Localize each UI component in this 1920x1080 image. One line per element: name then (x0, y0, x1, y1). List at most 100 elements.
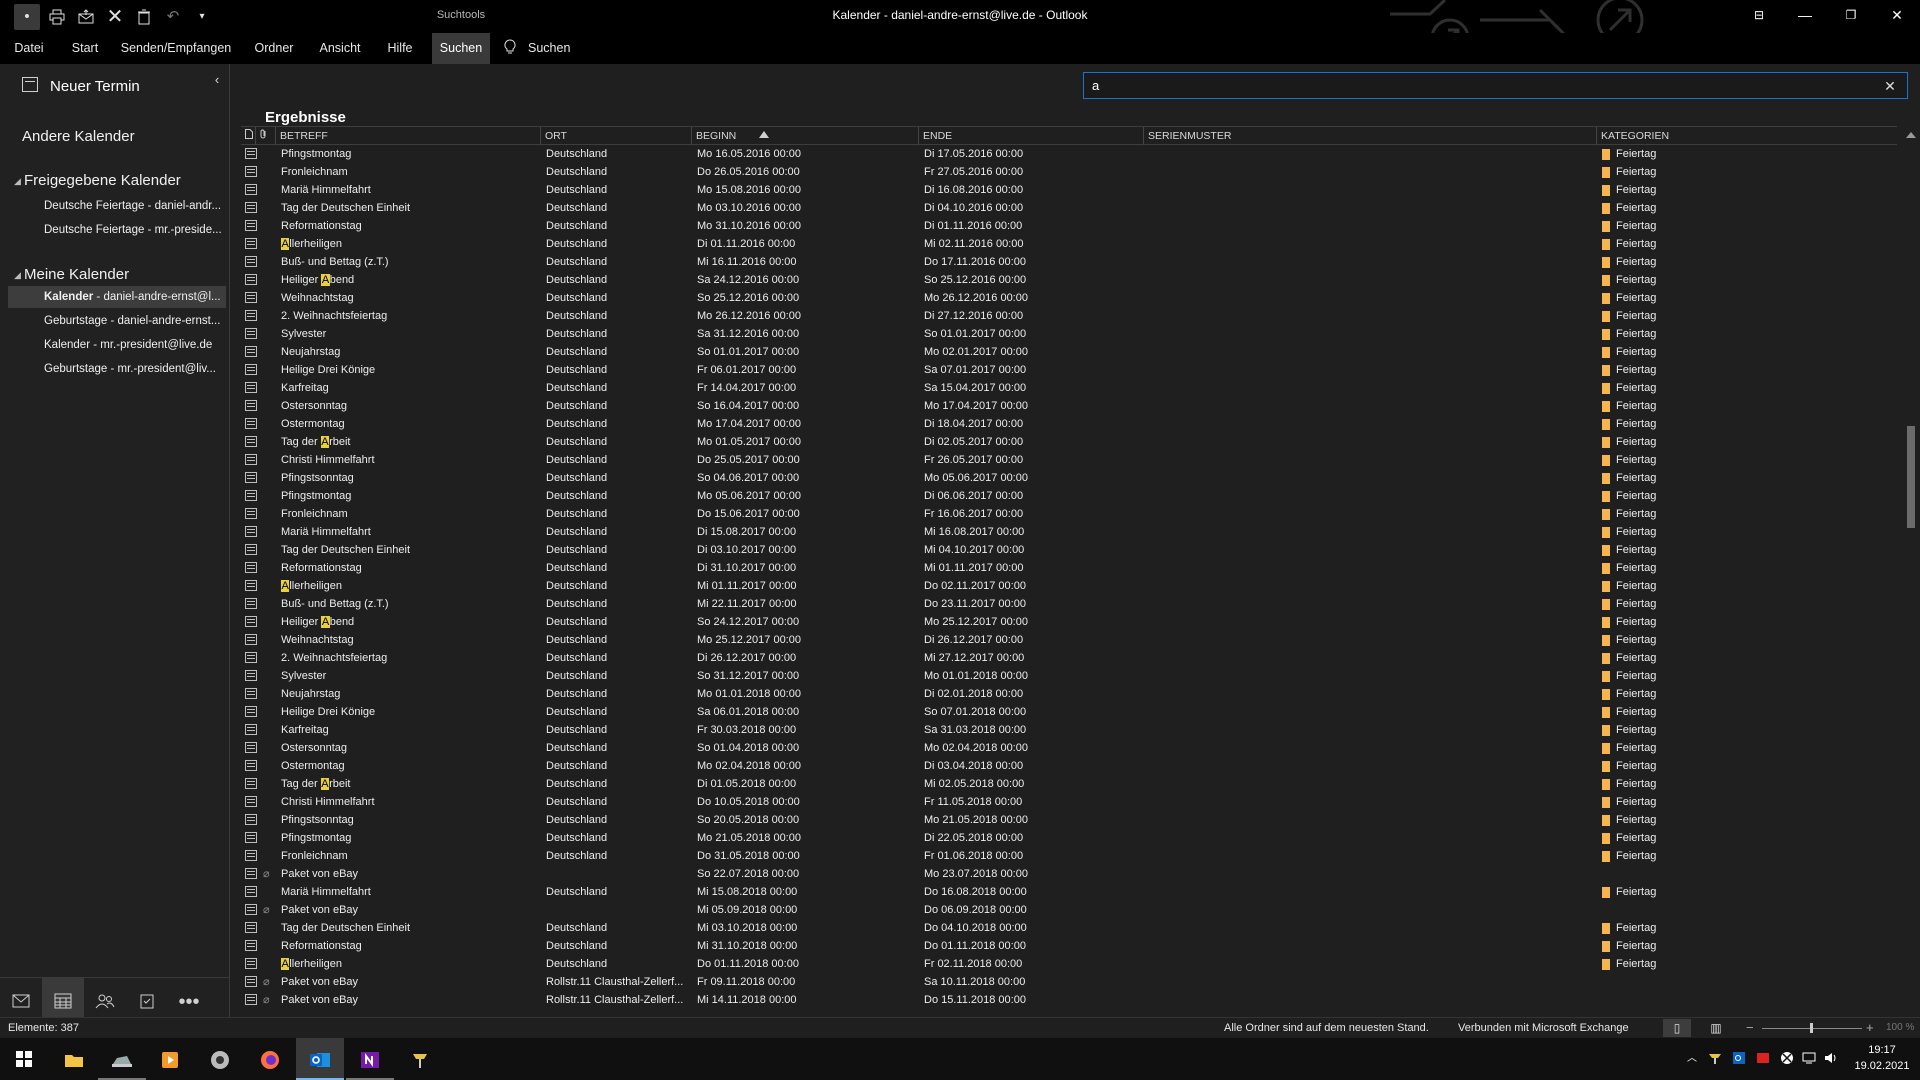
table-row[interactable]: Pfingstmontag Deutschland Mo 05.06.2017 00… (241, 487, 1897, 505)
table-row[interactable]: Christi Himmelfahrt Deutschland Do 10.05.2… (241, 793, 1897, 811)
tray-outlook-icon[interactable] (1730, 1038, 1748, 1080)
calendar-item-geburtstage-president[interactable]: Geburtstage - mr.-president@liv... (8, 358, 226, 380)
tell-me-search[interactable]: Suchen (504, 33, 584, 64)
table-row[interactable]: Reformationstag Deutschland Mo 31.10.2016 … (241, 217, 1897, 235)
table-row[interactable]: Buß- und Bettag (z.T.) Deutschland Mi 16.1… (241, 253, 1897, 271)
app-icon[interactable] (98, 1038, 146, 1080)
calendar-item-kalender-daniel[interactable]: Kalender - daniel-andre-ernst@l... (8, 286, 226, 308)
table-row[interactable]: Pfingstmontag Deutschland Mo 21.05.2018 00… (241, 829, 1897, 847)
table-row[interactable]: 2. Weihnachtsfeiertag Deutschland Di 26.12… (241, 649, 1897, 667)
column-header-location[interactable]: ORT (540, 127, 691, 145)
table-row[interactable]: Ostermontag Deutschland Mo 02.04.2018 00:0… (241, 757, 1897, 775)
tab-datei[interactable]: Datei (8, 33, 50, 64)
table-row[interactable]: ⌀ Paket von eBay So 22.07.2018 00:00 Mo 23.… (241, 865, 1897, 883)
file-explorer-icon[interactable] (50, 1038, 98, 1080)
normal-view-icon[interactable]: ▯ (1663, 1019, 1691, 1037)
table-row[interactable]: Heilige Drei Könige Deutschland Sa 06.01.2… (241, 703, 1897, 721)
ribbon-display-icon[interactable]: ⊟ (1736, 0, 1782, 33)
table-row[interactable]: Karfreitag Deutschland Fr 14.04.2017 00:00… (241, 379, 1897, 397)
table-row[interactable]: Fronleichnam Deutschland Do 26.05.2016 00:… (241, 163, 1897, 181)
table-row[interactable]: Pfingstmontag Deutschland Mo 16.05.2016 00… (241, 145, 1897, 163)
delete-x-icon[interactable]: ✕ (102, 4, 128, 30)
calendar-item-feiertage-1[interactable]: Deutsche Feiertage - daniel-andr... (8, 195, 226, 217)
zoom-out-icon[interactable]: − (1746, 1019, 1754, 1037)
table-row[interactable]: Mariä Himmelfahrt Deutschland Mi 15.08.201… (241, 883, 1897, 901)
table-row[interactable]: Neujahrstag Deutschland Mo 01.01.2018 00:0… (241, 685, 1897, 703)
table-row[interactable]: Buß- und Bettag (z.T.) Deutschland Mi 22.1… (241, 595, 1897, 613)
table-row[interactable]: Weihnachtstag Deutschland So 25.12.2016 00… (241, 289, 1897, 307)
outlook-icon[interactable] (296, 1038, 344, 1080)
table-row[interactable]: Fronleichnam Deutschland Do 15.06.2017 00:… (241, 505, 1897, 523)
table-row[interactable]: Christi Himmelfahrt Deutschland Do 25.05.2… (241, 451, 1897, 469)
minimize-button[interactable]: — (1782, 0, 1828, 33)
browser-icon[interactable] (196, 1038, 244, 1080)
table-row[interactable]: Allerheiligen Deutschland Di 01.11.2016 00… (241, 235, 1897, 253)
tray-overflow-chevron-icon[interactable]: ︿ (1684, 1038, 1700, 1080)
table-row[interactable]: Ostersonntag Deutschland So 01.04.2018 00:… (241, 739, 1897, 757)
media-player-icon[interactable] (146, 1038, 194, 1080)
tab-start[interactable]: Start (66, 33, 104, 64)
my-calendars-group[interactable]: ◢ Meine Kalender (14, 266, 129, 283)
table-row[interactable]: Tag der Arbeit Deutschland Mo 01.05.2017 0… (241, 433, 1897, 451)
firefox-icon[interactable] (246, 1038, 294, 1080)
tray-xbox-icon[interactable] (1778, 1038, 1796, 1080)
table-row[interactable]: Reformationstag Deutschland Mi 31.10.2018 … (241, 937, 1897, 955)
table-row[interactable]: Heiliger Abend Deutschland So 24.12.2017 0… (241, 613, 1897, 631)
table-row[interactable]: Pfingstsonntag Deutschland So 04.06.2017 0… (241, 469, 1897, 487)
table-row[interactable]: Sylvester Deutschland Sa 31.12.2016 00:00 S… (241, 325, 1897, 343)
table-row[interactable]: Ostersonntag Deutschland So 16.04.2017 00:… (241, 397, 1897, 415)
taskbar-clock[interactable]: 19:17 19.02.2021 (1854, 1042, 1910, 1074)
column-header-begin[interactable]: BEGINN (691, 127, 918, 145)
column-header-subject[interactable]: BETREFF (275, 127, 540, 145)
attachment-header-icon[interactable] (255, 127, 275, 145)
tab-ansicht[interactable]: Ansicht (313, 33, 367, 64)
other-calendars-group[interactable]: Andere Kalender (22, 128, 135, 145)
table-row[interactable]: ⌀ Paket von eBay Rollstr.11 Clausthal-Zell… (241, 991, 1897, 1009)
tool-icon[interactable] (396, 1038, 444, 1080)
table-row[interactable]: Mariä Himmelfahrt Deutschland Mo 15.08.201… (241, 181, 1897, 199)
tab-senden-empfangen[interactable]: Senden/Empfangen (118, 33, 234, 64)
column-header-recurrence[interactable]: SERIENMUSTER (1143, 127, 1596, 145)
volume-icon[interactable] (1822, 1038, 1840, 1080)
tray-app-icon[interactable] (1706, 1038, 1724, 1080)
table-row[interactable]: Reformationstag Deutschland Di 31.10.2017 … (241, 559, 1897, 577)
table-row[interactable]: Tag der Deutschen Einheit Deutschland Di 0… (241, 541, 1897, 559)
table-row[interactable]: Heiliger Abend Deutschland Sa 24.12.2016 0… (241, 271, 1897, 289)
onenote-icon[interactable] (346, 1038, 394, 1080)
new-appointment-button[interactable]: Neuer Termin (22, 74, 140, 100)
calendar-item-feiertage-2[interactable]: Deutsche Feiertage - mr.-preside... (8, 219, 226, 241)
calendar-item-kalender-president[interactable]: Kalender - mr.-president@live.de (8, 334, 226, 356)
zoom-in-icon[interactable]: + (1866, 1019, 1874, 1037)
search-input[interactable] (1092, 76, 1852, 95)
scroll-up-icon[interactable] (1906, 132, 1916, 138)
table-row[interactable]: Tag der Deutschen Einheit Deutschland Mo 0… (241, 199, 1897, 217)
table-row[interactable]: Sylvester Deutschland So 31.12.2017 00:00 M… (241, 667, 1897, 685)
undo-icon[interactable]: ↶ (160, 4, 186, 30)
collapse-chevron-icon[interactable]: ‹ (210, 70, 224, 90)
tab-ordner[interactable]: Ordner (248, 33, 300, 64)
table-row[interactable]: 2. Weihnachtsfeiertag Deutschland Mo 26.12… (241, 307, 1897, 325)
customize-icon[interactable]: ▾ (189, 4, 215, 30)
table-row[interactable]: Weihnachtstag Deutschland Mo 25.12.2017 00… (241, 631, 1897, 649)
table-row[interactable]: Mariä Himmelfahrt Deutschland Di 15.08.201… (241, 523, 1897, 541)
table-row[interactable]: Allerheiligen Deutschland Do 01.11.2018 00… (241, 955, 1897, 973)
windows-start-icon[interactable] (0, 1038, 48, 1080)
new-item-icon[interactable]: • (14, 4, 40, 30)
table-row[interactable]: Tag der Deutschen Einheit Deutschland Mi 0… (241, 919, 1897, 937)
restore-button[interactable]: ❐ (1828, 0, 1874, 33)
shared-calendars-group[interactable]: ◢ Freigegebene Kalender (14, 172, 181, 189)
table-row[interactable]: Karfreitag Deutschland Fr 30.03.2018 00:00… (241, 721, 1897, 739)
zoom-knob[interactable] (1810, 1023, 1813, 1033)
scrollbar-thumb[interactable] (1907, 426, 1915, 528)
tab-hilfe[interactable]: Hilfe (380, 33, 420, 64)
print-icon[interactable] (44, 4, 70, 30)
zoom-slider[interactable]: − + (1742, 1019, 1882, 1037)
table-row[interactable]: Pfingstsonntag Deutschland So 20.05.2018 0… (241, 811, 1897, 829)
reading-view-icon[interactable]: ▥ (1702, 1019, 1730, 1037)
trash-icon[interactable] (131, 4, 157, 30)
table-row[interactable]: Tag der Arbeit Deutschland Di 01.05.2018 0… (241, 775, 1897, 793)
vertical-scrollbar[interactable] (1904, 126, 1918, 1027)
network-icon[interactable] (1800, 1038, 1818, 1080)
send-receive-icon[interactable] (73, 4, 99, 30)
table-row[interactable]: ⌀ Paket von eBay Rollstr.11 Clausthal-Zell… (241, 973, 1897, 991)
